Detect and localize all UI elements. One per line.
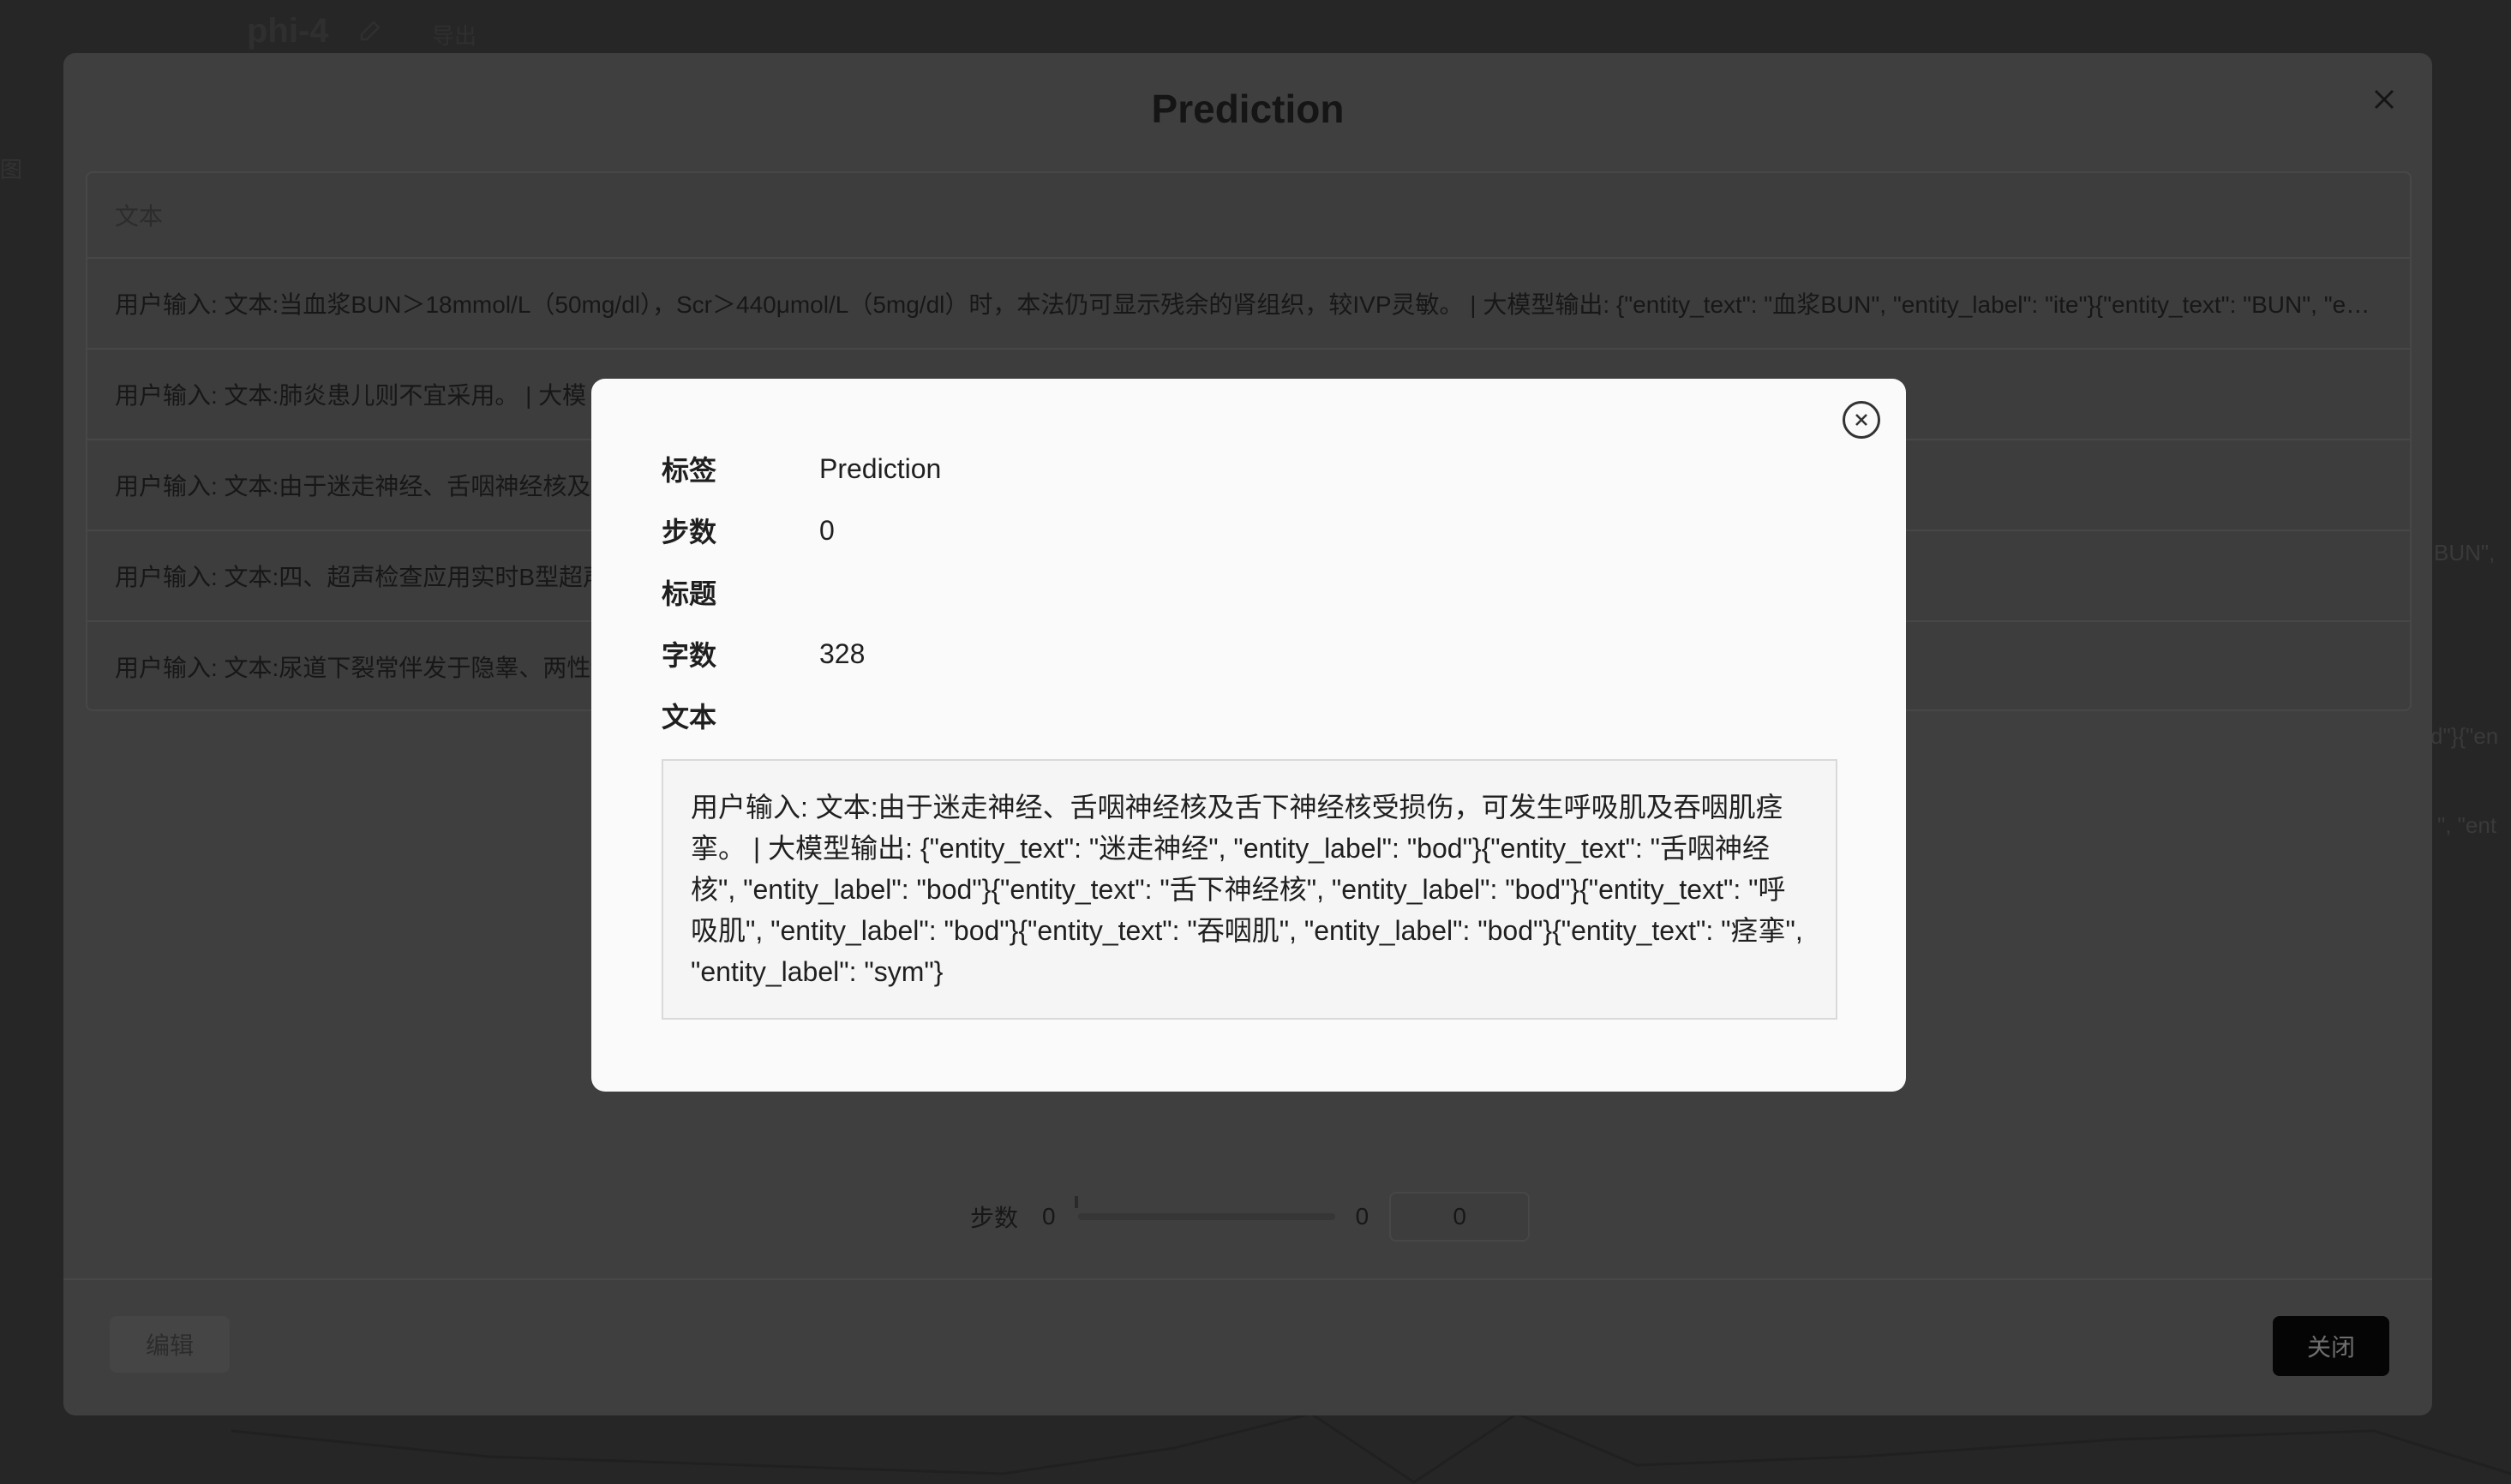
edit-icon[interactable] — [358, 17, 384, 43]
step-value: 0 — [819, 514, 835, 546]
step-input[interactable]: 0 — [1389, 1192, 1531, 1242]
circle-close-icon[interactable] — [1843, 401, 1880, 439]
modal-title: Prediction — [1151, 87, 1345, 131]
field-step: 步数 0 — [662, 511, 835, 550]
row-text: 用户输入: 文本:当血浆BUN＞18mmol/L（50mg/dl），Scr＞44… — [115, 291, 2377, 318]
slider-handle[interactable] — [1074, 1196, 1078, 1208]
background-chart-lines — [231, 1412, 2511, 1484]
right-fragment-3: ", "ent — [2437, 812, 2497, 838]
step-control: 步数 0 0 0 — [970, 1192, 1531, 1242]
page-title: phi-4 — [247, 12, 329, 50]
close-icon[interactable] — [2367, 82, 2401, 117]
close-button[interactable]: 关闭 — [2273, 1316, 2389, 1376]
label-key: 标签 — [662, 455, 717, 486]
edit-button[interactable]: 编辑 — [110, 1316, 230, 1373]
table-row[interactable]: 用户输入: 文本:当血浆BUN＞18mmol/L（50mg/dl），Scr＞44… — [87, 259, 2410, 350]
footer-divider — [63, 1278, 2432, 1280]
step-slider[interactable] — [1074, 1196, 1335, 1220]
label-value: Prediction — [819, 452, 942, 484]
step-label: 步数 — [970, 1205, 1019, 1231]
text-key: 文本 — [662, 702, 717, 733]
title-key: 标题 — [662, 578, 717, 609]
left-glyph: 图 — [0, 157, 23, 183]
table-header: 文本 — [87, 173, 2410, 259]
count-value: 328 — [819, 637, 866, 669]
field-title: 标题 — [662, 572, 819, 612]
slider-max-value: 0 — [1355, 1203, 1369, 1230]
export-link[interactable]: 导出 — [432, 19, 476, 51]
right-fragment-2: d"}{"en — [2430, 723, 2499, 749]
field-count: 字数 328 — [662, 634, 865, 673]
field-text: 文本 — [662, 696, 819, 735]
count-key: 字数 — [662, 640, 717, 671]
text-content-box: 用户输入: 文本:由于迷走神经、舌咽神经核及舌下神经核受损伤，可发生呼吸肌及吞咽… — [662, 759, 1837, 1020]
field-label: 标签 Prediction — [662, 449, 941, 488]
detail-dialog: 标签 Prediction 步数 0 标题 字数 328 文本 用户输入: 文本… — [591, 379, 1906, 1092]
right-fragment-1: BUN", — [2434, 540, 2496, 565]
step-key: 步数 — [662, 517, 717, 548]
slider-min-value: 0 — [1042, 1203, 1056, 1230]
